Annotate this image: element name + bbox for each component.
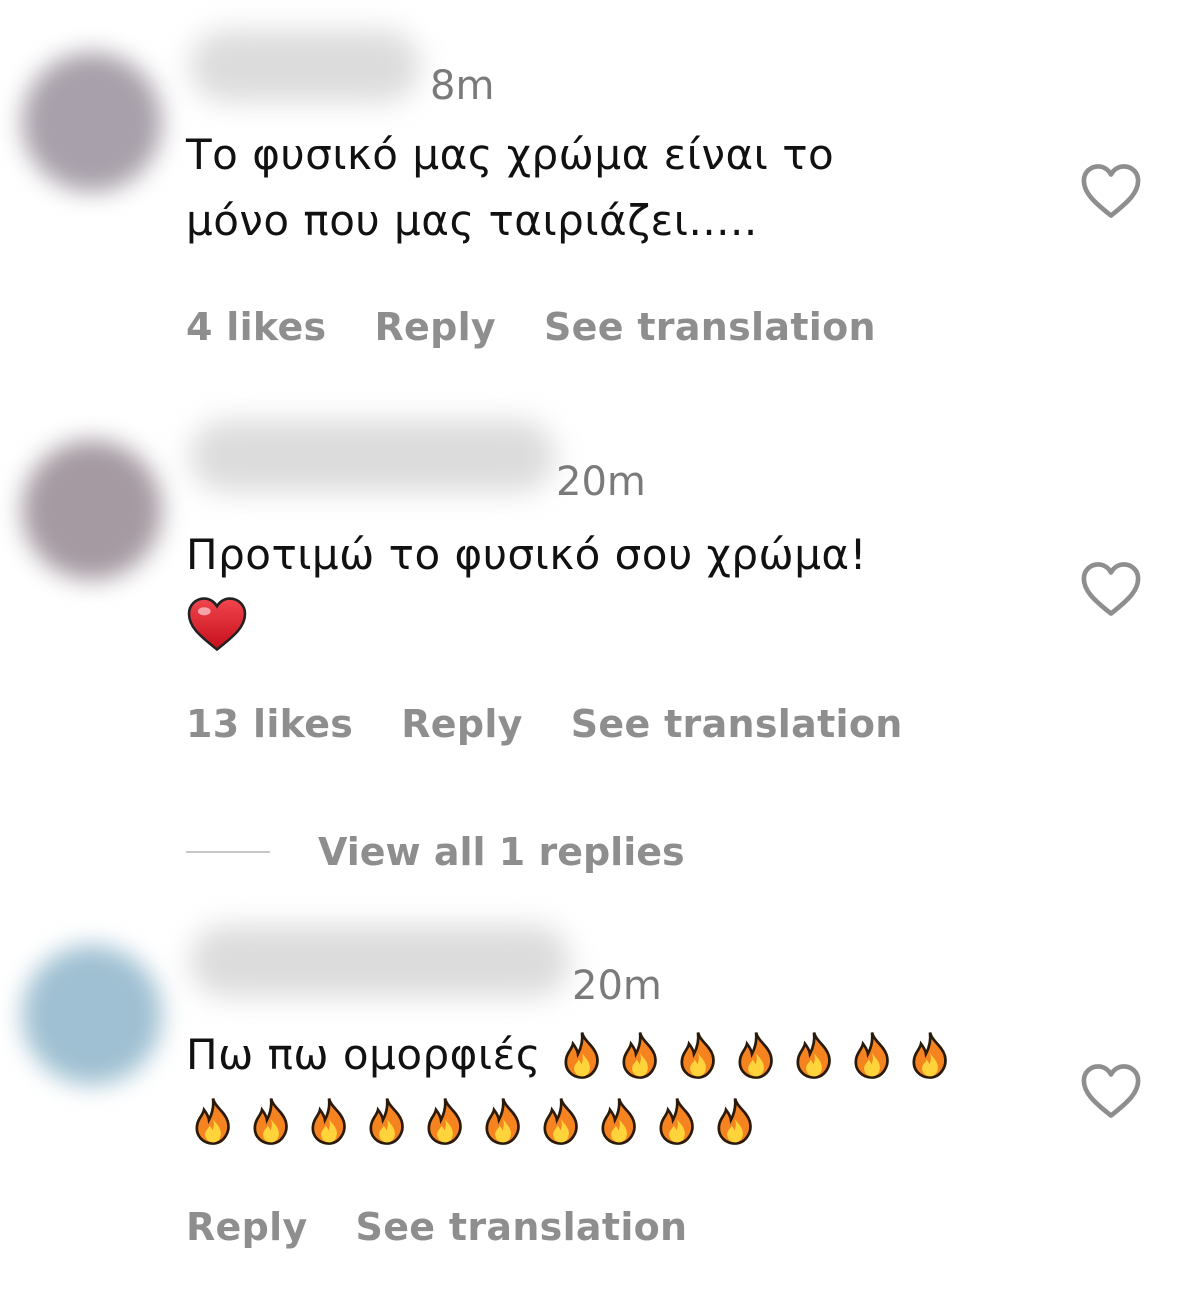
avatar[interactable]	[22, 52, 162, 192]
comment-text-line-2	[186, 1088, 1066, 1154]
comment-text-line-1: Πω πω ομορφιές	[186, 1022, 1066, 1088]
fire-emoji	[912, 1032, 947, 1079]
fire-emoji	[717, 1098, 752, 1145]
likes-count[interactable]: 4 likes	[186, 308, 326, 346]
fire-emoji	[195, 1098, 230, 1145]
fire-emoji	[564, 1032, 599, 1079]
fire-emoji	[601, 1098, 636, 1145]
fire-emoji	[311, 1098, 346, 1145]
fire-emoji-row	[555, 1025, 957, 1085]
username-blurred[interactable]	[190, 30, 420, 102]
comment-actions: Reply See translation	[186, 1208, 735, 1246]
fire-emoji	[543, 1098, 578, 1145]
comment-text: Προτιμώ το φυσικό σου χρώμα!	[186, 522, 1046, 654]
likes-count[interactable]: 13 likes	[186, 705, 353, 743]
username-blurred[interactable]	[190, 420, 555, 492]
comment-text: Πω πω ομορφιές	[186, 1022, 1066, 1154]
reply-button[interactable]: Reply	[186, 1208, 308, 1246]
heart-outline-icon[interactable]	[1080, 560, 1142, 618]
fire-emoji	[253, 1098, 288, 1145]
reply-button[interactable]: Reply	[401, 705, 523, 743]
heart-outline-icon[interactable]	[1080, 1062, 1142, 1120]
comment-text-line: Προτιμώ το φυσικό σου χρώμα!	[186, 530, 867, 579]
fire-emoji	[369, 1098, 404, 1145]
fire-emoji	[680, 1032, 715, 1079]
fire-emoji	[485, 1098, 520, 1145]
see-translation-button[interactable]: See translation	[544, 308, 876, 346]
comment-text: Το φυσικό μας χρώμα είναι το μόνο που μα…	[186, 122, 1046, 254]
comment-text-line: μόνο που μας ταιριάζει.....	[186, 196, 758, 245]
fire-emoji-row	[186, 1091, 762, 1151]
fire-emoji	[622, 1032, 657, 1079]
avatar[interactable]	[22, 945, 162, 1085]
comment-timestamp: 8m	[430, 63, 495, 109]
see-translation-button[interactable]: See translation	[356, 1208, 688, 1246]
view-replies[interactable]: View all 1 replies	[186, 830, 685, 874]
avatar[interactable]	[22, 440, 162, 580]
comment-text-line: Πω πω ομορφιές	[186, 1030, 541, 1079]
fire-emoji	[854, 1032, 889, 1079]
comment-text-line: Το φυσικό μας χρώμα είναι το	[186, 130, 835, 179]
comment-actions: 13 likes Reply See translation	[186, 705, 951, 743]
fire-emoji	[659, 1098, 694, 1145]
comment-timestamp: 20m	[556, 459, 646, 505]
fire-emoji	[738, 1032, 773, 1079]
see-translation-button[interactable]: See translation	[571, 705, 903, 743]
replies-divider-line	[186, 851, 270, 853]
comment-actions: 4 likes Reply See translation	[186, 308, 924, 346]
fire-emoji	[796, 1032, 831, 1079]
heart-outline-icon[interactable]	[1080, 162, 1142, 220]
reply-button[interactable]: Reply	[374, 308, 496, 346]
red-heart-emoji	[186, 588, 1046, 654]
comment-timestamp: 20m	[572, 963, 662, 1009]
username-blurred[interactable]	[190, 925, 570, 997]
view-replies-label[interactable]: View all 1 replies	[318, 830, 685, 874]
fire-emoji	[427, 1098, 462, 1145]
